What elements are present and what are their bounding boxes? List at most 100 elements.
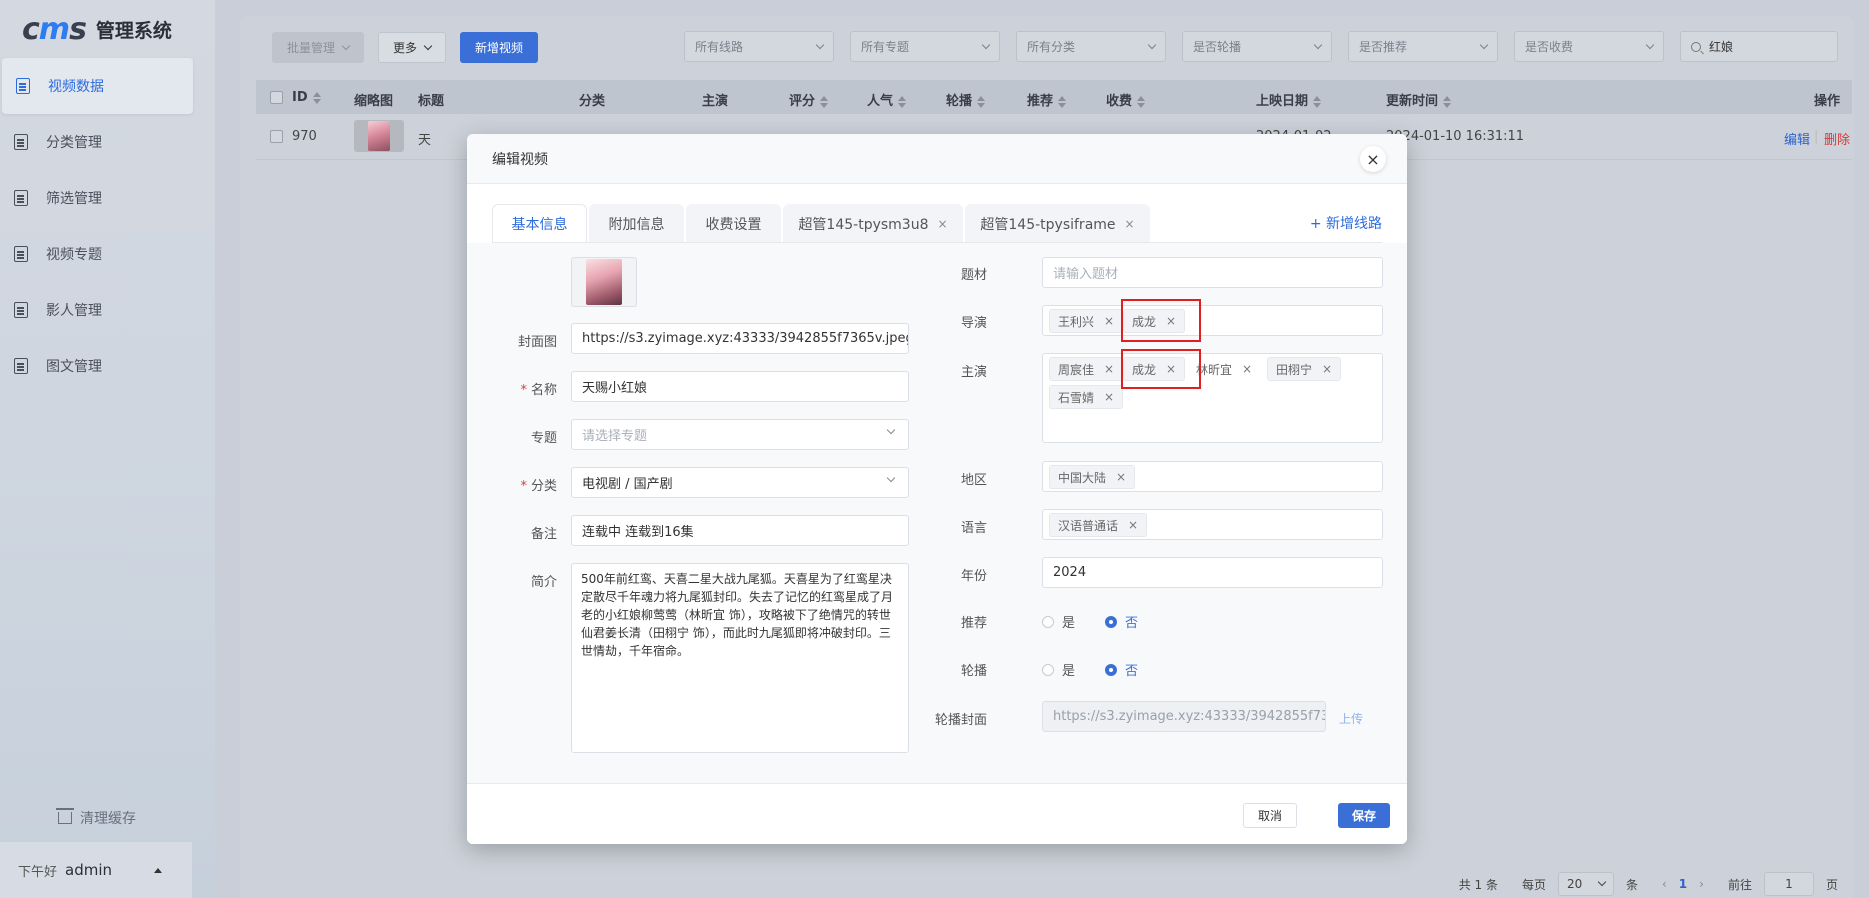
close-icon[interactable]: ×: [1322, 362, 1332, 376]
filter-recommend-select[interactable]: 是否推荐: [1348, 31, 1498, 62]
tab-paid-settings[interactable]: 收费设置: [686, 204, 781, 243]
cast-tags-input[interactable]: 周宸佳 × 成龙 × 林昕宜 × 田栩宁 × 石雪婧 ×: [1042, 353, 1383, 443]
sidebar-nav: 视频数据 分类管理 筛选管理 视频专题 影人管理 图文管理: [0, 58, 215, 394]
close-button[interactable]: ×: [1360, 146, 1386, 172]
col-updated[interactable]: 更新时间: [1386, 90, 1452, 109]
tab-label: 超管145-tpysiframe: [980, 216, 1116, 233]
carousel-yes-radio[interactable]: 是: [1042, 660, 1075, 679]
col-paid[interactable]: 收费: [1106, 90, 1146, 109]
name-input[interactable]: 天赐小红娘: [571, 371, 909, 402]
goto-page-input[interactable]: 1: [1763, 872, 1814, 896]
add-video-button[interactable]: 新增视频: [460, 31, 539, 63]
dialog-tabs: 基本信息 附加信息 收费设置 超管145-tpysm3u8 × 超管145-tpy…: [492, 204, 1382, 243]
app-logo[interactable]: cms 管理系统: [22, 12, 172, 47]
close-icon[interactable]: ×: [1128, 518, 1138, 532]
per-page-select[interactable]: 20: [1557, 872, 1614, 896]
edit-link[interactable]: 编辑: [1784, 129, 1810, 148]
close-icon[interactable]: ×: [1104, 362, 1114, 376]
close-icon[interactable]: ×: [1116, 470, 1126, 484]
col-rating[interactable]: 评分: [789, 90, 829, 109]
recommend-yes-radio[interactable]: 是: [1042, 612, 1075, 631]
remark-input[interactable]: 连载中 连载到16集: [571, 515, 909, 546]
save-button[interactable]: 保存: [1337, 803, 1390, 828]
select-all-checkbox[interactable]: [270, 91, 283, 104]
language-tags-input[interactable]: 汉语普通话 ×: [1042, 509, 1383, 540]
more-label: 更多: [393, 40, 418, 55]
col-id[interactable]: ID: [292, 90, 321, 105]
sidebar-item-people[interactable]: 影人管理: [0, 282, 215, 338]
prev-page-icon[interactable]: ‹: [1662, 877, 1667, 891]
more-button[interactable]: 更多: [378, 31, 447, 63]
clear-cache-button[interactable]: 清理缓存: [56, 808, 136, 828]
page-number[interactable]: 1: [1679, 877, 1687, 891]
carousel-cover-input: https://s3.zyimage.xyz:43333/3942855f736…: [1042, 701, 1326, 732]
filter-label: 是否轮播: [1193, 40, 1242, 54]
filter-category-select[interactable]: 所有分类: [1016, 31, 1166, 62]
search-input[interactable]: 红娘: [1680, 31, 1838, 62]
col-release-date[interactable]: 上映日期: [1256, 90, 1322, 109]
row-checkbox[interactable]: [270, 130, 283, 143]
cover-preview[interactable]: [571, 257, 637, 307]
year-label: 年份: [960, 569, 987, 584]
batch-manage-label: 批量管理: [287, 40, 336, 55]
cast-tag: 周宸佳 ×: [1049, 357, 1124, 381]
chevron-down-icon: [886, 473, 896, 483]
category-label-text: 分类: [530, 479, 557, 494]
col-carousel[interactable]: 轮播: [946, 90, 986, 109]
recommend-no-radio[interactable]: 否: [1105, 612, 1138, 631]
carousel-no-radio[interactable]: 否: [1105, 660, 1138, 679]
document-icon: [14, 134, 28, 150]
cast-tag: 石雪婧 ×: [1049, 385, 1124, 409]
user-menu[interactable]: 下午好 admin: [0, 842, 192, 898]
cover-url-input[interactable]: https://s3.zyimage.xyz:43333/3942855f736…: [571, 323, 909, 354]
sidebar-item-label: 筛选管理: [46, 191, 102, 207]
theme-input[interactable]: 请输入题材: [1042, 257, 1383, 288]
add-line-button[interactable]: + 新增线路: [1310, 213, 1382, 233]
dialog-title: 编辑视频: [492, 151, 548, 168]
tag-label: 田栩宁: [1276, 362, 1313, 377]
next-page-icon[interactable]: ›: [1699, 877, 1704, 891]
search-value: 红娘: [1709, 40, 1734, 54]
close-icon[interactable]: ×: [1242, 362, 1252, 376]
table-header: ID 缩略图 标题 分类 主演 评分 人气 轮播 推荐 收费 上映日期 更新时间…: [256, 80, 1852, 114]
filter-line-select[interactable]: 所有线路: [684, 31, 834, 62]
sort-icon: [820, 95, 829, 108]
delete-link[interactable]: 删除: [1824, 129, 1850, 148]
sidebar-item-categories[interactable]: 分类管理: [0, 114, 215, 170]
sort-icon: [1058, 95, 1067, 108]
year-input[interactable]: 2024: [1042, 557, 1383, 588]
tab-line-m3u8[interactable]: 超管145-tpysm3u8 ×: [783, 204, 963, 243]
filter-paid-select[interactable]: 是否收费: [1514, 31, 1664, 62]
batch-manage-button[interactable]: 批量管理: [272, 31, 365, 63]
close-icon[interactable]: ×: [1104, 390, 1114, 404]
sidebar-item-articles[interactable]: 图文管理: [0, 338, 215, 394]
director-tags-input[interactable]: 王利兴 × 成龙 ×: [1042, 305, 1383, 336]
col-popularity[interactable]: 人气: [867, 90, 907, 109]
col-recommend[interactable]: 推荐: [1027, 90, 1067, 109]
tab-line-iframe[interactable]: 超管145-tpysiframe ×: [965, 204, 1150, 243]
tab-extra-info[interactable]: 附加信息: [589, 204, 684, 243]
sidebar-item-topics[interactable]: 视频专题: [0, 226, 215, 282]
sidebar-item-video-data[interactable]: 视频数据: [2, 58, 193, 114]
filter-carousel-select[interactable]: 是否轮播: [1182, 31, 1332, 62]
intro-textarea[interactable]: 500年前红鸾、天喜二星大战九尾狐。天喜星为了红鸾星决定散尽千年魂力将九尾狐封印…: [571, 563, 909, 753]
upload-link[interactable]: 上传: [1339, 710, 1363, 727]
name-label-text: 名称: [530, 383, 557, 398]
category-select[interactable]: 电视剧 / 国产剧: [571, 467, 909, 498]
sidebar-item-label: 视频数据: [48, 79, 104, 95]
close-icon[interactable]: ×: [938, 217, 948, 231]
highlight-box: [1121, 349, 1201, 389]
tag-label: 中国大陆: [1058, 470, 1107, 485]
col-label: 评分: [789, 94, 816, 109]
filter-topic-select[interactable]: 所有专题: [850, 31, 1000, 62]
per-page-unit: 条: [1625, 877, 1638, 892]
tag-label: 汉语普通话: [1058, 518, 1119, 533]
chevron-down-icon: [341, 41, 351, 50]
cancel-button[interactable]: 取消: [1242, 803, 1297, 828]
region-tags-input[interactable]: 中国大陆 ×: [1042, 461, 1383, 492]
topic-select[interactable]: 请选择专题: [571, 419, 909, 450]
tab-basic-info[interactable]: 基本信息: [492, 204, 587, 243]
close-icon[interactable]: ×: [1125, 217, 1135, 231]
close-icon[interactable]: ×: [1104, 314, 1114, 328]
sidebar-item-filters[interactable]: 筛选管理: [0, 170, 215, 226]
